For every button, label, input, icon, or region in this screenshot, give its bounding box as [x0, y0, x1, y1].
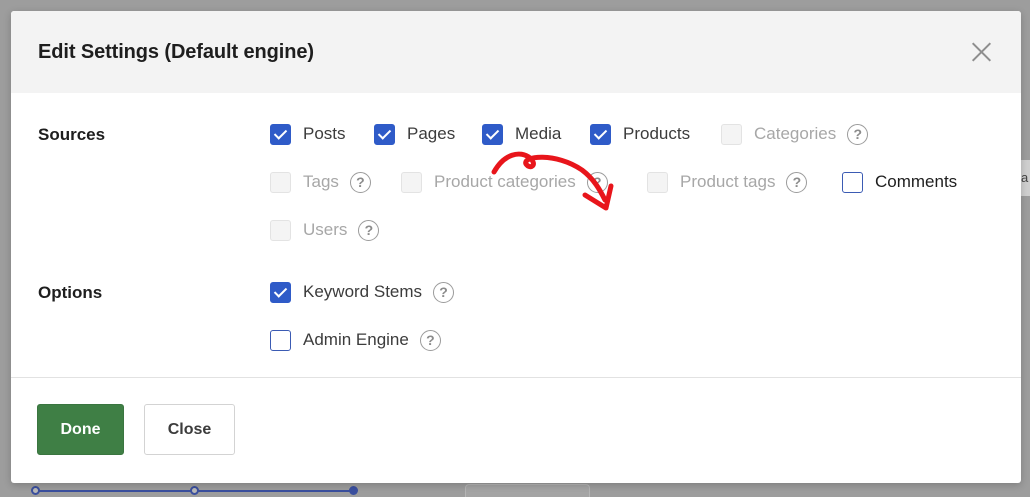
option-label: Admin Engine [303, 330, 409, 349]
background-slider-dot [190, 486, 199, 495]
help-icon[interactable]: ? [358, 219, 380, 241]
help-icon[interactable]: ? [349, 171, 371, 193]
help-icon[interactable]: ? [847, 123, 869, 145]
close-icon[interactable] [968, 39, 994, 65]
products-checkbox[interactable] [590, 123, 611, 145]
done-button[interactable]: Done [37, 404, 124, 455]
options-label: Options [38, 283, 103, 302]
product-categories-checkbox [401, 171, 422, 193]
sources-label: Sources [38, 125, 106, 144]
users-checkbox [270, 219, 291, 241]
source-option-tags: Tags ? [270, 170, 371, 194]
source-option-comments[interactable]: Comments [842, 170, 957, 194]
source-option-label: Tags [303, 172, 339, 191]
background-slider-dot [349, 486, 358, 495]
annotation-arrow-icon [491, 151, 614, 211]
source-option-label: Comments [875, 172, 958, 191]
comments-checkbox[interactable] [842, 171, 863, 193]
modal-title: Edit Settings (Default engine) [38, 40, 314, 63]
source-option-label: Product tags [680, 172, 776, 191]
modal-footer: Done Close [11, 378, 1021, 483]
admin-engine-checkbox[interactable] [270, 329, 291, 351]
background-tab [465, 484, 590, 497]
keyword-stems-checkbox[interactable] [270, 281, 291, 303]
help-icon[interactable]: ? [786, 171, 808, 193]
source-option-label: Users [303, 220, 348, 239]
help-icon[interactable]: ? [419, 329, 441, 351]
source-option-product-tags: Product tags ? [647, 170, 808, 194]
modal-header: Edit Settings (Default engine) [11, 11, 1021, 93]
source-option-label: Categories [754, 124, 837, 143]
source-option-pages[interactable]: Pages [374, 122, 455, 146]
pages-checkbox[interactable] [374, 123, 395, 145]
option-label: Keyword Stems [303, 282, 423, 301]
edit-settings-modal: Edit Settings (Default engine) Sources P… [11, 11, 1021, 483]
media-checkbox[interactable] [482, 123, 503, 145]
modal-body: Sources Posts Pages Media Products Categ… [11, 93, 1021, 378]
source-option-label: Media [515, 124, 562, 143]
source-option-posts[interactable]: Posts [270, 122, 346, 146]
tags-checkbox [270, 171, 291, 193]
source-option-users: Users ? [270, 218, 380, 242]
source-option-label: Pages [407, 124, 456, 143]
posts-checkbox[interactable] [270, 123, 291, 145]
option-keyword-stems[interactable]: Keyword Stems ? [270, 280, 455, 304]
source-option-label: Products [623, 124, 691, 143]
option-admin-engine[interactable]: Admin Engine ? [270, 328, 441, 352]
help-icon[interactable]: ? [433, 281, 455, 303]
background-slider-dot [31, 486, 40, 495]
source-option-media[interactable]: Media [482, 122, 561, 146]
source-option-products[interactable]: Products [590, 122, 690, 146]
categories-checkbox [721, 123, 742, 145]
source-option-label: Posts [303, 124, 346, 143]
source-option-categories: Categories ? [721, 122, 869, 146]
product-tags-checkbox [647, 171, 668, 193]
close-button[interactable]: Close [144, 404, 235, 455]
